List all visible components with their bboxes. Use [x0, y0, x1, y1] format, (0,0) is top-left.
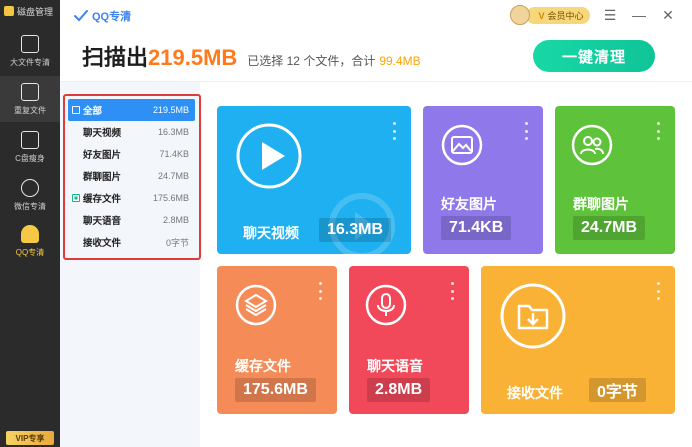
qq-check-icon [74, 10, 88, 22]
nav-item-label: 微信专清 [14, 201, 46, 211]
filter-item-voice[interactable]: 聊天语音 2.8MB [68, 209, 195, 231]
vip-center-label: 会员中心 [547, 11, 584, 21]
filter-label: 聊天视频 [83, 128, 122, 139]
filter-size: 24.7MB [157, 171, 189, 181]
tile-size: 71.4KB [441, 216, 512, 240]
more-options-icon[interactable] [451, 282, 455, 300]
nav-item-qq[interactable]: QQ专清 [0, 218, 60, 264]
filter-item-received-files[interactable]: 接收文件 0字节 [68, 231, 195, 253]
scan-summary: 扫描出 219.5MB 已选择 12 个文件，合计 99.4MB [82, 40, 421, 72]
filter-list: 全部 219.5MB 聊天视频 16.3MB 好友图片 71.4KB 群聊图片 … [68, 99, 195, 253]
selected-size: 99.4MB [379, 54, 421, 68]
headline-size: 219.5MB [148, 45, 238, 70]
filter-item-all[interactable]: 全部 219.5MB [68, 99, 195, 121]
filter-size: 219.5MB [152, 105, 189, 115]
disk-icon [4, 6, 14, 16]
tile-size: 2.8MB [367, 378, 431, 402]
tile-size: 16.3MB [319, 218, 392, 242]
filter-label: 聊天语音 [83, 216, 122, 227]
tile-title: 好友图片 [441, 196, 497, 212]
checkbox[interactable] [72, 106, 80, 114]
filter-label: 群聊图片 [83, 172, 122, 183]
menu-icon[interactable]: ☰ [601, 6, 619, 24]
nav-header-label: 磁盘管理 [17, 6, 54, 17]
tile-chat-video[interactable]: 聊天视频 16.3MB [217, 106, 411, 254]
more-options-icon[interactable] [657, 282, 661, 300]
filter-label: 好友图片 [83, 150, 122, 161]
play-icon [236, 123, 302, 189]
filter-item-chat-video[interactable]: 聊天视频 16.3MB [68, 121, 195, 143]
nav-item-label: C盘瘦身 [15, 153, 45, 163]
filter-size: 2.8MB [162, 215, 189, 225]
avatar[interactable] [510, 5, 530, 25]
nav-item-large-files[interactable]: 大文件专清 [0, 28, 60, 74]
filter-label: 全部 [83, 106, 103, 117]
filter-label: 缓存文件 [83, 194, 122, 205]
selected-text: 已选择 12 个文件，合计 [247, 54, 376, 68]
tile-title: 聊天语音 [367, 358, 423, 374]
nav-item-wechat[interactable]: 微信专清 [0, 172, 60, 218]
tile-title: 聊天视频 [243, 225, 299, 241]
tile-title: 群聊图片 [573, 196, 629, 212]
large-file-icon [21, 34, 39, 53]
checkbox[interactable] [72, 194, 80, 202]
group-icon [571, 124, 613, 166]
wechat-icon [21, 178, 39, 197]
tile-size: 24.7MB [573, 216, 646, 240]
nav-item-c-drive[interactable]: C盘瘦身 [0, 124, 60, 170]
filter-size: 71.4KB [159, 149, 189, 159]
tile-size: 0字节 [589, 378, 646, 402]
one-click-clean-button[interactable]: 一键清理 [533, 40, 655, 72]
nav-item-label: 大文件专清 [10, 57, 50, 67]
filter-item-cache-files[interactable]: 缓存文件 175.6MB [68, 187, 195, 209]
vip-center-button[interactable]: V 会员中心 [526, 7, 590, 24]
filter-size: 0字节 [165, 237, 189, 248]
filter-size: 175.6MB [152, 193, 189, 203]
tile-cache-files[interactable]: 缓存文件 175.6MB [217, 266, 337, 414]
tile-group-images[interactable]: 群聊图片 24.7MB [555, 106, 675, 254]
vip-icon: V [538, 10, 545, 21]
nav-header: 磁盘管理 [0, 0, 60, 22]
image-icon [441, 124, 483, 166]
layers-icon [235, 284, 277, 326]
tile-voice[interactable]: 聊天语音 2.8MB [349, 266, 469, 414]
header: QQ专清 V 会员中心 ☰ — ✕ 扫描出 219.5MB 已选择 12 个文件… [60, 0, 692, 82]
c-drive-icon [21, 130, 39, 149]
more-options-icon[interactable] [525, 122, 529, 140]
duplicate-file-icon [21, 82, 39, 101]
more-options-icon[interactable] [657, 122, 661, 140]
tile-title: 接收文件 [507, 385, 563, 401]
filter-label: 接收文件 [83, 238, 122, 249]
more-options-icon[interactable] [319, 282, 323, 300]
tile-friend-images[interactable]: 好友图片 71.4KB [423, 106, 543, 254]
tile-title: 缓存文件 [235, 358, 291, 374]
minimize-icon[interactable]: — [630, 6, 648, 24]
tile-received-files[interactable]: 接收文件 0字节 [481, 266, 675, 414]
headline-prefix: 扫描出 [82, 45, 149, 70]
brand: QQ专清 [74, 8, 131, 24]
nav-item-label: QQ专清 [15, 247, 45, 257]
nav-item-label: 重复文件 [14, 105, 46, 115]
download-folder-icon [500, 283, 566, 349]
app-name: QQ专清 [92, 11, 132, 23]
nav-item-duplicate-files[interactable]: 重复文件 [0, 76, 60, 122]
left-nav: 磁盘管理 大文件专清 重复文件 C盘瘦身 微信专清 QQ专清 VIP专享 [0, 0, 60, 447]
microphone-icon [365, 284, 407, 326]
filter-size: 16.3MB [157, 127, 189, 137]
filter-item-group-images[interactable]: 群聊图片 24.7MB [68, 165, 195, 187]
vip-badge[interactable]: VIP专享 [6, 431, 54, 445]
more-options-icon[interactable] [393, 122, 397, 140]
close-icon[interactable]: ✕ [659, 6, 677, 24]
filter-item-friend-images[interactable]: 好友图片 71.4KB [68, 143, 195, 165]
tile-size: 175.6MB [235, 378, 316, 402]
qq-icon [21, 224, 39, 243]
